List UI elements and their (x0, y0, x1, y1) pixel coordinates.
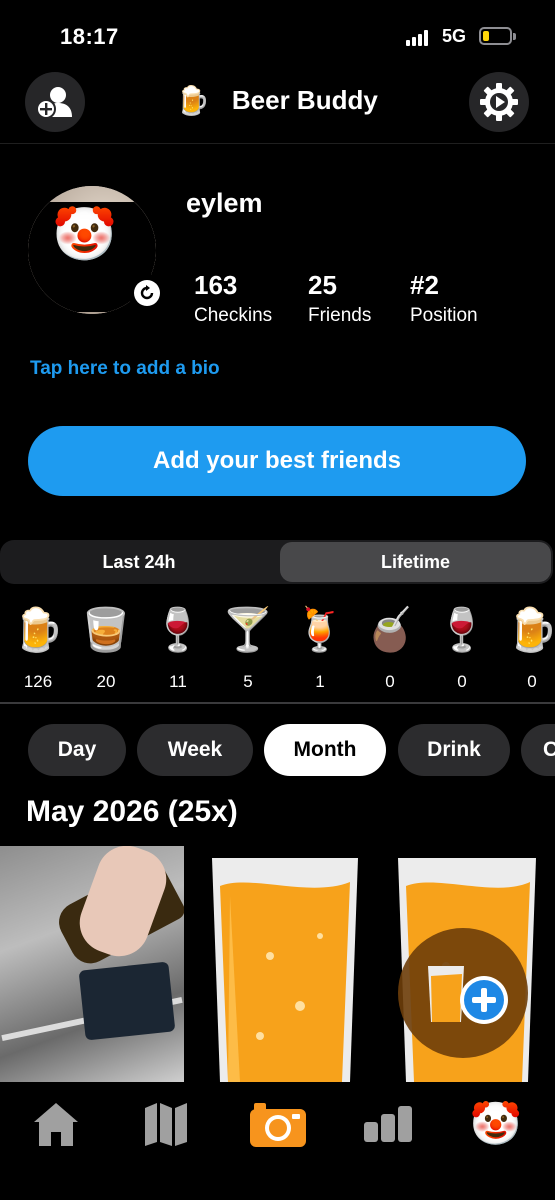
status-time: 18:17 (60, 24, 119, 49)
add-friend-icon (36, 87, 72, 119)
timeframe-last-24h[interactable]: Last 24h (2, 542, 276, 582)
drink-item-wine[interactable]: 🍷 11 (148, 600, 208, 692)
martini-glass-icon: 🍸 (221, 606, 275, 653)
battery-icon (479, 27, 516, 45)
drink-item-cocktail[interactable]: 🍸 5 (218, 600, 278, 692)
drink-item-beer-2[interactable]: 🍺 0 (502, 600, 555, 692)
tab-more[interactable]: C (521, 724, 555, 776)
whiskey-glass-icon: 🥃 (79, 606, 133, 653)
tab-day[interactable]: Day (28, 724, 126, 776)
beer-mug-icon: 🍺 (175, 84, 210, 116)
app-title: Beer Buddy (231, 84, 378, 115)
timeframe-toggle: Last 24h Lifetime (0, 540, 553, 584)
network-label: 5G (442, 26, 467, 46)
wine-glass-icon: 🍷 (435, 606, 489, 653)
tab-stats[interactable] (358, 1094, 418, 1154)
checkin-beer-placeholder[interactable] (200, 846, 370, 1082)
add-bio-link[interactable]: Tap here to add a bio (30, 358, 220, 380)
drink-count: 126 (23, 672, 53, 691)
wine-glass-icon: 🍷 (151, 606, 205, 653)
stat-value: 163 (194, 270, 238, 300)
stat-friends[interactable]: 25 Friends (308, 270, 371, 327)
tab-profile[interactable]: 🤡 (466, 1094, 526, 1154)
plus-icon (460, 976, 508, 1024)
drink-count: 20 (96, 672, 116, 691)
add-best-friends-button[interactable]: Add your best friends (28, 426, 526, 496)
drink-item-whiskey[interactable]: 🥃 20 (76, 600, 136, 692)
stat-label: Position (410, 305, 478, 326)
stat-label: Friends (308, 305, 372, 326)
clown-face-icon: 🤡 (469, 1099, 523, 1147)
add-checkin-button[interactable] (398, 928, 528, 1058)
username: eylem (186, 188, 263, 218)
drink-count: 0 (457, 672, 467, 691)
long-drink-icon: 🧉 (363, 606, 417, 653)
drink-count: 11 (169, 672, 187, 691)
stat-position[interactable]: #2 Position (410, 270, 478, 327)
tab-home[interactable] (26, 1094, 86, 1154)
tab-camera[interactable] (248, 1094, 308, 1154)
drink-count: 5 (243, 672, 253, 691)
drink-count: 1 (315, 672, 325, 691)
settings-button[interactable] (469, 72, 529, 132)
tab-map[interactable] (136, 1094, 196, 1154)
settings-gear-icon (480, 83, 518, 121)
drink-item-beer[interactable]: 🍺 126 (8, 600, 68, 692)
timeframe-lifetime[interactable]: Lifetime (280, 542, 551, 582)
tropical-drink-icon: 🍹 (293, 606, 347, 653)
beer-mug-icon: 🍺 (505, 606, 555, 653)
add-friend-button[interactable] (25, 72, 85, 132)
stat-value: #2 (410, 270, 439, 300)
drink-count: 0 (385, 672, 395, 691)
change-avatar-button[interactable] (128, 274, 166, 312)
stat-value: 25 (308, 270, 337, 300)
map-icon (145, 1103, 187, 1146)
drink-item-longdrink[interactable]: 🧉 0 (360, 600, 420, 692)
stats-icon (364, 1106, 412, 1142)
checkin-photo[interactable] (0, 846, 184, 1082)
drink-item-red-wine[interactable]: 🍷 0 (432, 600, 492, 692)
beer-glass-icon (212, 858, 358, 1082)
home-icon (34, 1103, 78, 1146)
refresh-icon (140, 285, 154, 300)
beer-mug-icon: 🍺 (11, 606, 65, 653)
drink-item-tropical[interactable]: 🍹 1 (290, 600, 350, 692)
bottom-tab-bar: 🤡 (0, 1082, 555, 1200)
stat-label: Checkins (194, 305, 273, 326)
stat-checkins[interactable]: 163 Checkins (194, 270, 272, 327)
app-brand: 🍺 Beer Buddy (175, 80, 378, 120)
drink-count: 0 (527, 672, 537, 691)
tab-drink[interactable]: Drink (398, 724, 510, 776)
clown-face-icon: 🤡 (52, 206, 117, 264)
section-divider (0, 702, 555, 704)
camera-icon (250, 1103, 306, 1147)
tab-month[interactable]: Month (264, 724, 386, 776)
drink-counts-row: 🍺 126 🥃 20 🍷 11 🍸 5 🍹 1 🧉 0 🍷 0 🍺 0 (0, 600, 555, 700)
signal-icon (406, 30, 430, 46)
month-title: May 2026 (25x) (26, 795, 238, 828)
status-bar: 18:17 5G (0, 0, 555, 70)
tab-week[interactable]: Week (137, 724, 253, 776)
app-header: 🍺 Beer Buddy (0, 70, 555, 144)
